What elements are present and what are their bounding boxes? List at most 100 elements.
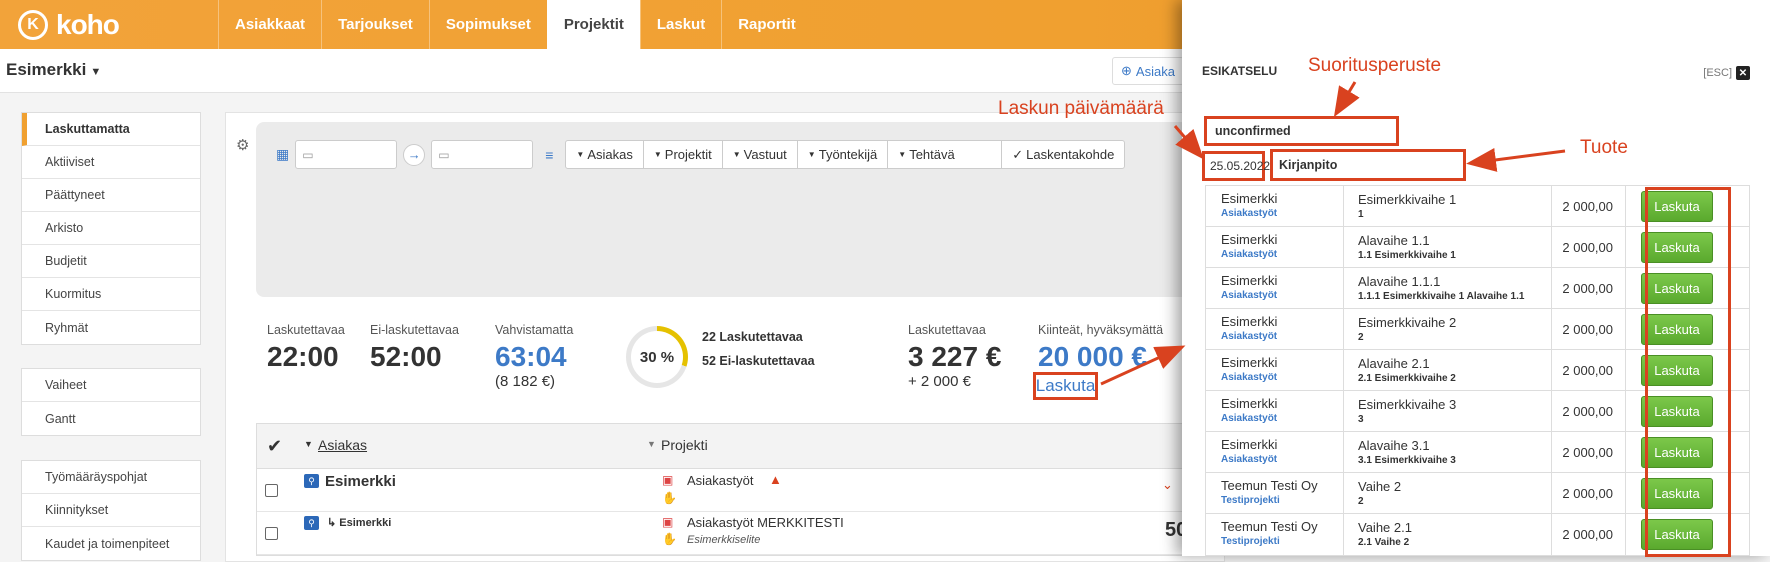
nav-asiakkaat[interactable]: Asiakkaat xyxy=(218,0,321,49)
row-project-sub: Esimerkkiselite xyxy=(687,534,761,546)
caret-down-icon: ▼ xyxy=(576,150,585,159)
preview-customer-project-link[interactable]: Testiprojekti xyxy=(1221,536,1318,547)
filter-vastuut-button[interactable]: ▼ Vastuut xyxy=(723,141,798,168)
sidebar-item-vaiheet[interactable]: Vaiheet xyxy=(22,369,200,402)
preview-customer-project-link[interactable]: Asiakastyöt xyxy=(1221,413,1277,424)
sort-icon[interactable]: ≡ xyxy=(545,147,553,163)
stat-label: Kiinteät, hyväksymättä xyxy=(1038,323,1164,337)
search-icon[interactable]: ⚲ xyxy=(304,474,319,488)
column-divider xyxy=(1343,227,1344,267)
filter-tyontekija-button[interactable]: ▼ Työntekijä xyxy=(798,141,889,168)
preview-customer-project-link[interactable]: Asiakastyöt xyxy=(1221,249,1277,260)
preview-customer-project-link[interactable]: Asiakastyöt xyxy=(1221,290,1277,301)
donut-label-ei-laskutettavaa: 52 Ei-laskutettavaa xyxy=(702,354,815,368)
status-field[interactable]: unconfirmed xyxy=(1204,116,1399,146)
row-project[interactable]: Asiakastyöt MERKKITESTI xyxy=(687,515,844,530)
preview-customer-cell: Esimerkki Asiakastyöt xyxy=(1221,191,1277,219)
page-title-dropdown[interactable]: Esimerkki ▼ xyxy=(6,60,101,80)
stat-vahvistamatta: Vahvistamatta 63:04 (8 182 €) xyxy=(495,323,573,390)
start-date-input[interactable]: ▭ xyxy=(295,140,398,169)
preview-amount: 2 000,00 xyxy=(1562,486,1613,501)
table-row[interactable]: ⚲ ↳ Esimerkki ▣ Asiakastyöt MERKKITESTI … xyxy=(257,512,1225,555)
main-nav: Asiakkaat Tarjoukset Sopimukset Projekti… xyxy=(218,0,812,49)
row-checkbox[interactable] xyxy=(265,484,278,497)
column-divider xyxy=(1551,309,1552,349)
gear-icon[interactable]: ⚙ xyxy=(236,136,249,154)
filter-asiakas-button[interactable]: ▼ Asiakas xyxy=(566,141,644,168)
sidebar-item-kuormitus[interactable]: Kuormitus xyxy=(22,278,200,311)
nav-sopimukset[interactable]: Sopimukset xyxy=(428,0,547,49)
preview-phase-cell: Vaihe 2.1 2.1 Vaihe 2 xyxy=(1358,520,1412,548)
stat-value-link[interactable]: 20 000 € xyxy=(1038,341,1163,373)
row-checkbox[interactable] xyxy=(265,527,278,540)
preview-customer-cell: Esimerkki Asiakastyöt xyxy=(1221,273,1277,301)
stat-value: 3 227 € xyxy=(908,341,1002,372)
column-divider xyxy=(1625,473,1626,513)
column-divider xyxy=(1343,186,1344,226)
end-date-input[interactable]: ▭ xyxy=(431,140,534,169)
column-divider xyxy=(1625,186,1626,226)
sidebar-item-kaudet[interactable]: Kaudet ja toimenpiteet xyxy=(22,527,200,560)
sidebar-item-budjetit[interactable]: Budjetit xyxy=(22,245,200,278)
column-divider xyxy=(1343,473,1344,513)
filter-projektit-button[interactable]: ▼ Projektit xyxy=(644,141,723,168)
preview-phase-sub: 2 xyxy=(1358,496,1364,507)
koho-logo[interactable]: K koho xyxy=(18,9,120,41)
sidebar-item-kiinnitykset[interactable]: Kiinnitykset xyxy=(22,494,200,527)
preview-amount: 2 000,00 xyxy=(1562,281,1613,296)
preview-customer-project-link[interactable]: Asiakastyöt xyxy=(1221,454,1277,465)
column-divider xyxy=(1551,350,1552,390)
column-projekti[interactable]: Projekti xyxy=(661,437,708,453)
column-asiakas[interactable]: Asiakas xyxy=(318,437,367,453)
stat-value-link[interactable]: 63:04 xyxy=(495,341,573,373)
preview-customer: Esimerkki xyxy=(1221,314,1278,329)
nav-raportit[interactable]: Raportit xyxy=(721,0,812,49)
invoice-date-field[interactable]: 25.05.2022 xyxy=(1202,151,1270,181)
chevron-down-red-icon[interactable]: ⌄ xyxy=(1162,477,1173,493)
column-divider xyxy=(1625,227,1626,267)
nav-laskut[interactable]: Laskut xyxy=(639,0,721,49)
laskuta-link[interactable]: Laskuta xyxy=(1033,372,1098,400)
nav-tarjoukset[interactable]: Tarjoukset xyxy=(321,0,429,49)
select-all-check-icon[interactable]: ✔ xyxy=(267,436,282,457)
stat-label: Laskutettavaa xyxy=(908,323,986,337)
preview-customer: Esimerkki xyxy=(1221,355,1278,370)
add-customer-button[interactable]: ⊕ Asiaka xyxy=(1112,57,1184,85)
nav-projektit[interactable]: Projektit xyxy=(546,0,640,49)
sidebar-item-paattyneet[interactable]: Päättyneet xyxy=(22,179,200,212)
preview-phase-cell: Esimerkkivaihe 3 3 xyxy=(1358,397,1456,425)
caret-down-icon: ▼ xyxy=(807,150,816,159)
search-icon[interactable]: ⚲ xyxy=(304,516,319,530)
column-divider xyxy=(1343,309,1344,349)
row-project[interactable]: Asiakastyöt xyxy=(687,473,753,488)
preview-customer-cell: Esimerkki Asiakastyöt xyxy=(1221,314,1277,342)
table-row[interactable]: ⚲ Esimerkki ▣ Asiakastyöt ▲ ✋ ⌄ 5 xyxy=(257,469,1225,512)
preview-customer-cell: Esimerkki Asiakastyöt xyxy=(1221,437,1277,465)
filter-laskentakohde-button[interactable]: ✓ Laskentakohde xyxy=(1002,141,1124,168)
sidebar-item-gantt[interactable]: Gantt xyxy=(22,402,200,435)
sidebar-item-arkisto[interactable]: Arkisto xyxy=(22,212,200,245)
sort-down-icon: ▼ xyxy=(304,439,313,449)
annotation-tuote: Tuote xyxy=(1580,137,1628,158)
sidebar-item-ryhmat[interactable]: Ryhmät xyxy=(22,311,200,344)
preview-customer-project-link[interactable]: Asiakastyöt xyxy=(1221,331,1277,342)
filter-label: Vastuut xyxy=(743,147,787,162)
stat-laskutettavaa-hours: Laskutettavaa 22:00 xyxy=(267,323,345,373)
sidebar-item-tyomaarayspohjat[interactable]: Työmääräyspohjat xyxy=(22,461,200,494)
preview-title: ESIKATSELU xyxy=(1202,64,1278,78)
sidebar-item-laskuttamatta[interactable]: Laskuttamatta xyxy=(22,113,200,146)
close-preview-button[interactable]: [ESC] ✕ xyxy=(1703,66,1750,80)
donut-percent: 30 % xyxy=(631,331,683,383)
filter-tehtava-button[interactable]: ▼ Tehtävä xyxy=(888,141,1003,168)
stat-kiinteat: Kiinteät, hyväksymättä 20 000 € xyxy=(1038,323,1163,373)
sidebar-item-aktiiviset[interactable]: Aktiiviset xyxy=(22,146,200,179)
preview-customer-project-link[interactable]: Testiprojekti xyxy=(1221,495,1318,506)
esc-label: [ESC] xyxy=(1703,67,1732,79)
product-field[interactable]: Kirjanpito xyxy=(1270,149,1466,181)
row-customer[interactable]: ↳ Esimerkki xyxy=(327,516,391,529)
preview-customer: Esimerkki xyxy=(1221,437,1278,452)
annotation-frame-buttons xyxy=(1645,187,1731,557)
row-customer[interactable]: Esimerkki xyxy=(325,473,396,490)
preview-customer-project-link[interactable]: Asiakastyöt xyxy=(1221,372,1277,383)
preview-customer-project-link[interactable]: Asiakastyöt xyxy=(1221,208,1277,219)
